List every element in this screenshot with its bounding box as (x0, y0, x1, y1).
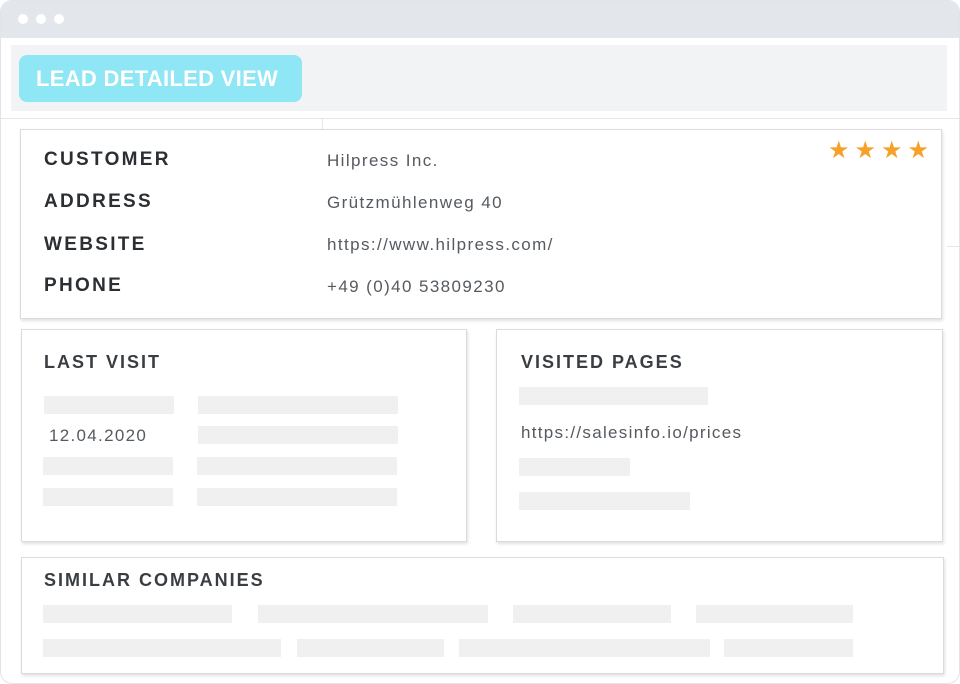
header-divider (1, 118, 959, 119)
similar-companies-title: SIMILAR COMPANIES (44, 570, 265, 590)
window-dot-icon[interactable] (54, 14, 64, 24)
star-icon: ★ (880, 137, 903, 164)
placeholder-bar (43, 639, 281, 657)
placeholder-bar (519, 492, 690, 510)
placeholder-bar (197, 488, 397, 506)
customer-label: CUSTOMER (44, 149, 171, 170)
placeholder-bar (513, 605, 671, 623)
placeholder-bar (197, 457, 397, 475)
window-dot-icon[interactable] (18, 14, 28, 24)
address-label: ADDRESS (44, 191, 154, 212)
website-label: WEBSITE (44, 234, 147, 255)
website-link[interactable]: https://www.hilpress.com/ (327, 235, 554, 255)
placeholder-bar (198, 396, 398, 414)
placeholder-bar (724, 639, 853, 657)
placeholder-bar (44, 396, 174, 414)
page-title: LEAD DETAILED VIEW (19, 55, 302, 102)
star-icon: ★ (907, 137, 929, 164)
visited-pages-card: VISITED PAGES https://salesinfo.io/price… (496, 329, 943, 542)
star-icon: ★ (827, 137, 850, 164)
app-window: LEAD DETAILED VIEW CUSTOMER Hilpress Inc… (0, 0, 960, 684)
rating-stars: ★ ★ ★ ★ (823, 136, 929, 165)
visited-pages-title: VISITED PAGES (521, 352, 684, 372)
placeholder-bar (43, 488, 173, 506)
placeholder-bar (297, 639, 444, 657)
placeholder-bar (519, 387, 708, 405)
placeholder-bar (258, 605, 488, 623)
placeholder-bar (198, 426, 398, 444)
phone-value: +49 (0)40 53809230 (327, 277, 506, 296)
placeholder-bar (519, 458, 630, 476)
placeholder-bar (459, 639, 710, 657)
placeholder-bar (43, 457, 173, 475)
window-titlebar (1, 1, 959, 38)
window-dot-icon[interactable] (36, 14, 46, 24)
lead-info-card: CUSTOMER Hilpress Inc. ADDRESS Grützmühl… (20, 129, 942, 319)
address-value: Grützmühlenweg 40 (327, 193, 503, 212)
last-visit-card: LAST VISIT 12.04.2020 (21, 329, 467, 542)
similar-companies-card: SIMILAR COMPANIES (21, 557, 944, 674)
placeholder-bar (696, 605, 853, 623)
customer-value: Hilpress Inc. (327, 151, 439, 170)
phone-label: PHONE (44, 275, 124, 296)
placeholder-bar (43, 605, 232, 623)
last-visit-title: LAST VISIT (44, 352, 162, 372)
last-visit-date: 12.04.2020 (49, 426, 148, 445)
visited-page-link[interactable]: https://salesinfo.io/prices (521, 423, 742, 443)
star-icon: ★ (854, 137, 876, 164)
side-divider (947, 246, 959, 247)
